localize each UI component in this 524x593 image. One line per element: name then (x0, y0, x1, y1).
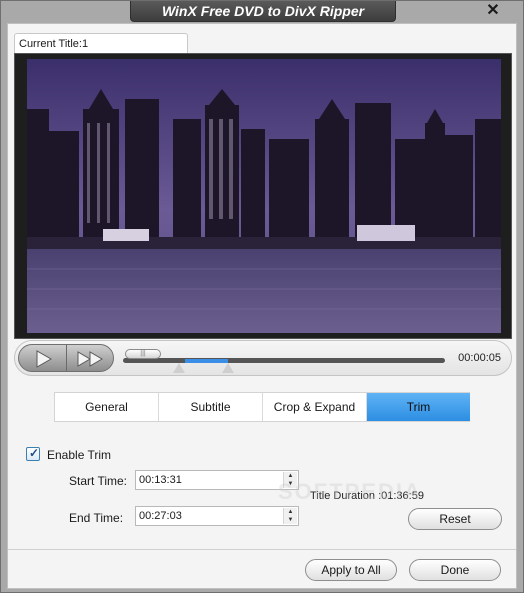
time-readout: 00:00:05 (458, 352, 501, 364)
tab-trim[interactable]: Trim (367, 393, 470, 421)
play-button[interactable] (19, 345, 67, 371)
dialog-body: Current Title:1 ||| 00:00:05 General Sub… (7, 23, 517, 589)
window-title: WinX Free DVD to DivX Ripper (130, 1, 396, 22)
start-time-value: 00:13:31 (139, 474, 182, 486)
fast-forward-button[interactable] (67, 345, 113, 371)
tab-crop-expand[interactable]: Crop & Expand (263, 393, 367, 421)
seek-slider[interactable] (123, 358, 445, 363)
current-title-tab[interactable]: Current Title:1 (14, 33, 188, 54)
enable-trim-label[interactable]: Enable Trim (47, 448, 111, 462)
done-button[interactable]: Done (409, 559, 501, 581)
start-time-label: Start Time: (69, 474, 128, 488)
enable-trim-checkbox[interactable]: ✓ (26, 446, 40, 461)
end-time-spinner[interactable]: ▲ ▼ (283, 508, 297, 524)
apply-to-all-button[interactable]: Apply to All (305, 559, 397, 581)
spin-down-icon[interactable]: ▼ (284, 516, 297, 524)
playback-buttons (18, 344, 114, 372)
seek-thumb[interactable]: ||| (125, 349, 161, 359)
check-icon: ✓ (29, 446, 40, 460)
footer-divider (8, 549, 516, 550)
fast-forward-icon (77, 351, 103, 367)
play-icon (36, 350, 53, 368)
start-time-input[interactable]: 00:13:31 ▲ ▼ (135, 470, 299, 490)
spin-up-icon[interactable]: ▲ (284, 508, 297, 516)
player-controls: ||| 00:00:05 (14, 340, 512, 376)
end-time-value: 00:27:03 (139, 510, 182, 522)
video-preview (14, 53, 512, 339)
reset-button[interactable]: Reset (408, 508, 502, 530)
video-frame-image (27, 59, 501, 333)
app-window: WinX Free DVD to DivX Ripper ✕ Current T… (0, 0, 524, 593)
close-icon[interactable]: ✕ (485, 3, 501, 19)
trim-start-marker[interactable] (173, 363, 185, 373)
trim-end-marker[interactable] (222, 363, 234, 373)
settings-tabs: General Subtitle Crop & Expand Trim (54, 392, 470, 422)
tab-general[interactable]: General (55, 393, 159, 421)
tab-subtitle[interactable]: Subtitle (159, 393, 263, 421)
watermark: SOFTPEDIA (278, 479, 422, 504)
end-time-input[interactable]: 00:27:03 ▲ ▼ (135, 506, 299, 526)
title-bar[interactable]: WinX Free DVD to DivX Ripper ✕ (1, 1, 523, 23)
end-time-label: End Time: (69, 511, 124, 525)
